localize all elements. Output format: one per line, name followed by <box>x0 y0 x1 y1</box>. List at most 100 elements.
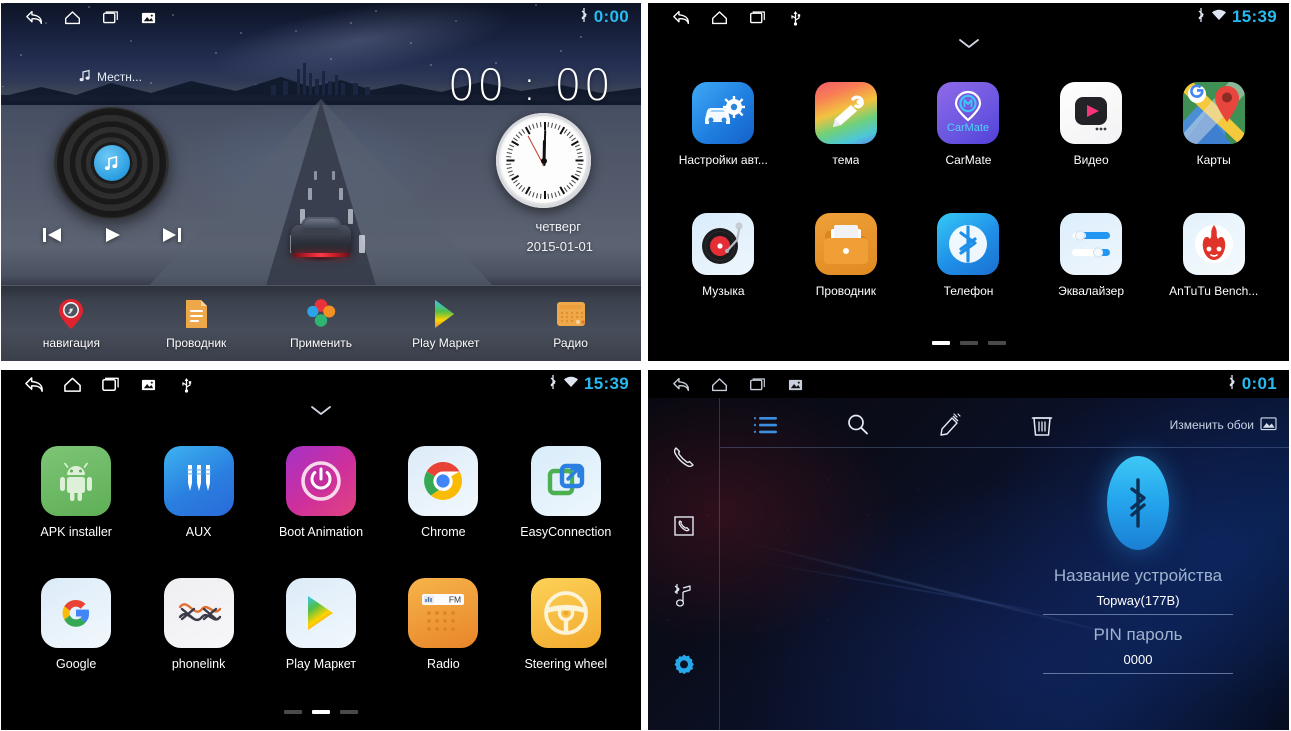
list-icon[interactable] <box>720 403 812 447</box>
bluetooth-music-icon[interactable] <box>664 576 704 616</box>
dialpad-phone-icon[interactable] <box>664 437 704 477</box>
home-icon[interactable] <box>700 371 738 397</box>
app-label: Play Маркет <box>285 656 357 671</box>
contacts-icon[interactable] <box>664 506 704 546</box>
usb-icon[interactable] <box>167 371 205 397</box>
app-label: Видео <box>1073 153 1109 167</box>
apply-flower-icon <box>304 297 338 331</box>
pin-value[interactable]: 0000 <box>1124 652 1153 667</box>
dock-item-apply[interactable]: Применить <box>266 297 376 350</box>
edit-icon[interactable] <box>904 403 996 447</box>
page-indicator-2 <box>284 710 358 714</box>
recents-icon[interactable] <box>91 371 129 397</box>
app-equalizer[interactable]: Эквалайзер <box>1032 213 1150 298</box>
app-music[interactable]: Музыка <box>664 213 782 298</box>
app-phone[interactable]: Телефон <box>909 213 1027 298</box>
app-boot-animation[interactable]: Boot Animation <box>262 445 380 539</box>
app-car-settings[interactable]: Настройки авт... <box>664 82 782 167</box>
app-theme[interactable]: тема <box>787 82 905 167</box>
play-store-icon <box>285 577 356 648</box>
search-icon[interactable] <box>812 403 904 447</box>
file-explorer-icon <box>814 213 877 275</box>
app-maps[interactable]: Карты <box>1155 82 1273 167</box>
system-nav-buttons <box>648 4 814 30</box>
image-icon[interactable] <box>776 371 814 397</box>
app-play-market[interactable]: Play Маркет <box>262 577 380 671</box>
device-name-label: Название устройства <box>1053 566 1223 585</box>
app-video[interactable]: Видео <box>1032 82 1150 167</box>
app-easyconnection[interactable]: EasyConnection <box>507 445 625 539</box>
recents-icon[interactable] <box>738 4 776 30</box>
panel-app-drawer-2: 15:39 APK installer AUX Boot Animation C… <box>1 370 641 730</box>
app-grid-page-2: APK installer AUX Boot Animation Chrome <box>1 426 641 690</box>
app-radio[interactable]: FM Radio <box>384 577 502 671</box>
play-store-icon <box>429 297 463 331</box>
lane-dash <box>314 171 317 180</box>
lane-dash <box>332 171 335 180</box>
settings-gear-icon[interactable] <box>664 645 704 685</box>
status-bar-drawer2: 15:39 <box>1 370 641 398</box>
page-dot[interactable] <box>931 341 950 345</box>
back-icon[interactable] <box>15 371 53 397</box>
bluetooth-logo-icon <box>1107 456 1169 550</box>
page-dot[interactable] <box>987 341 1006 345</box>
app-carmate[interactable]: CarMate CarMate <box>909 82 1027 167</box>
home-icon[interactable] <box>53 4 91 30</box>
app-aux[interactable]: AUX <box>140 445 258 539</box>
back-icon[interactable] <box>15 4 53 30</box>
recents-icon[interactable] <box>738 371 776 397</box>
device-name-value[interactable]: Topway(177B) <box>1096 593 1179 608</box>
app-chrome[interactable]: Chrome <box>384 445 502 539</box>
phonelink-icon <box>163 577 234 648</box>
dock-item-navigation[interactable]: навигация <box>16 297 126 350</box>
digital-clock: 00 : 00 <box>447 61 613 111</box>
aux-jack-icon <box>163 445 234 516</box>
app-label: Google <box>56 656 97 671</box>
app-file-explorer[interactable]: Проводник <box>787 213 905 298</box>
app-antutu[interactable]: AnTuTu Bench... <box>1155 213 1273 298</box>
page-dot[interactable] <box>312 710 330 714</box>
back-icon[interactable] <box>662 4 700 30</box>
page-dot[interactable] <box>284 710 302 714</box>
analog-clock-widget[interactable] <box>496 113 591 208</box>
chevron-down-icon[interactable] <box>958 37 980 55</box>
field-underline <box>1043 673 1233 674</box>
image-icon <box>1260 416 1277 434</box>
next-track-button[interactable] <box>161 225 183 250</box>
page-indicator-1 <box>931 341 1006 345</box>
home-icon[interactable] <box>700 4 738 30</box>
music-note-icon <box>79 69 91 85</box>
usb-icon[interactable] <box>776 4 814 30</box>
radio-icon <box>554 297 588 331</box>
recents-icon[interactable] <box>91 4 129 30</box>
bluetooth-icon <box>579 7 589 28</box>
date-label: 2015-01-01 <box>526 239 594 254</box>
album-disc[interactable] <box>54 107 169 219</box>
app-label: тема <box>832 153 860 167</box>
play-button[interactable] <box>101 225 123 250</box>
disc-music-icon <box>93 145 130 181</box>
svg-text:CarMate: CarMate <box>947 122 989 134</box>
back-icon[interactable] <box>662 371 700 397</box>
car-settings-icon <box>692 82 755 144</box>
app-phonelink[interactable]: phonelink <box>140 577 258 671</box>
media-source-label[interactable]: Местн... <box>79 69 142 85</box>
dock-item-radio[interactable]: Радио <box>516 297 626 350</box>
dock-item-play-market[interactable]: Play Маркет <box>391 297 501 350</box>
app-steering-wheel[interactable]: Steering wheel <box>507 577 625 671</box>
home-icon[interactable] <box>53 371 91 397</box>
image-icon[interactable] <box>129 4 167 30</box>
fm-radio-icon: FM <box>408 577 479 648</box>
app-label: Карты <box>1196 153 1231 167</box>
page-dot[interactable] <box>340 710 358 714</box>
change-wallpaper-button[interactable]: Изменить обои <box>1170 416 1277 434</box>
dock-item-file-manager[interactable]: Проводник <box>141 297 251 350</box>
delete-trash-icon[interactable] <box>996 403 1088 447</box>
prev-track-button[interactable] <box>41 225 63 250</box>
image-icon[interactable] <box>129 371 167 397</box>
app-apk-installer[interactable]: APK installer <box>17 445 135 539</box>
page-dot[interactable] <box>959 341 978 345</box>
app-google[interactable]: Google <box>17 577 135 671</box>
chevron-down-icon[interactable] <box>310 404 332 422</box>
android-robot-icon <box>41 445 112 516</box>
